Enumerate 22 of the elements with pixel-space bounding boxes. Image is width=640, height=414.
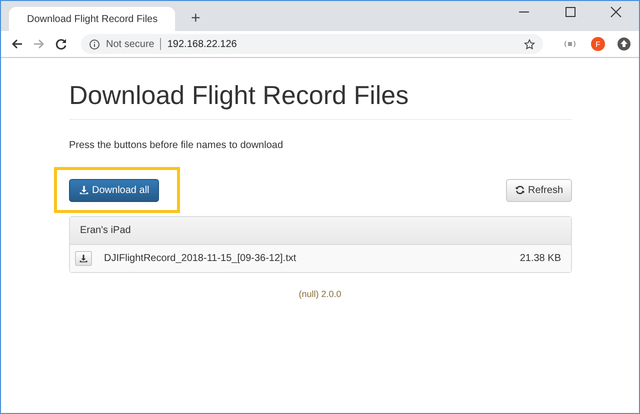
refresh-button[interactable]: Refresh: [506, 178, 572, 202]
url-text: 192.168.22.126: [167, 38, 237, 50]
device-name: Eran's iPad: [70, 217, 571, 245]
page-heading: Download Flight Record Files: [69, 80, 572, 120]
download-button[interactable]: [75, 251, 92, 266]
info-icon[interactable]: [89, 38, 100, 50]
security-label: Not secure: [106, 38, 154, 50]
reload-icon[interactable]: [53, 36, 69, 52]
extension-icon[interactable]: [563, 39, 577, 49]
version-text: (null) 2.0.0: [298, 289, 342, 299]
browser-tab[interactable]: Download Flight Record Files: [9, 7, 175, 31]
file-name: DJIFlightRecord_2018-11-15_[09-36-12].txt: [104, 253, 298, 264]
instructions-text: Press the buttons before file names to download: [69, 140, 284, 151]
file-size: 21.38 KB: [520, 253, 561, 264]
refresh-icon: [514, 185, 525, 195]
download-icon: [79, 185, 89, 195]
star-icon[interactable]: [524, 38, 535, 50]
update-icon[interactable]: [617, 37, 631, 51]
download-all-button[interactable]: Download all: [69, 178, 160, 202]
download-icon: [79, 254, 88, 263]
address-bar[interactable]: Not secure 192.168.22.126: [81, 34, 543, 54]
new-tab-button[interactable]: +: [187, 10, 204, 28]
